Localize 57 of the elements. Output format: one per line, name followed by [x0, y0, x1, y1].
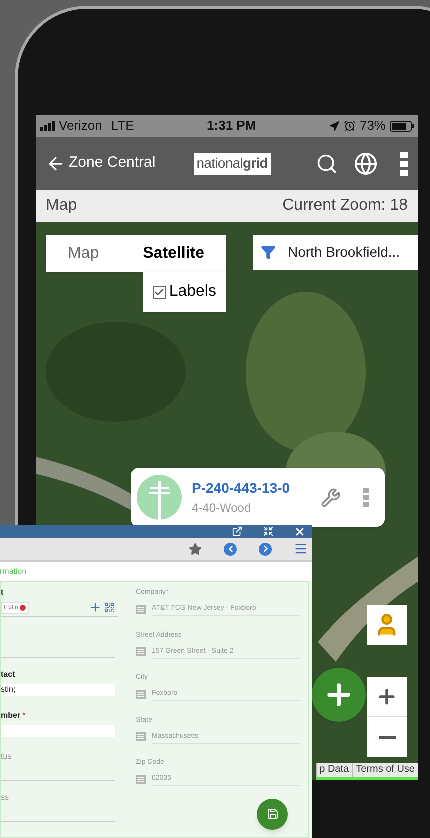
- previous-button[interactable]: [224, 542, 237, 556]
- add-fab[interactable]: [312, 668, 366, 722]
- field-label: tact: [1, 669, 16, 681]
- menu-icon[interactable]: [294, 542, 308, 556]
- logo-text: nationalgrid: [196, 154, 268, 173]
- clock-text: 1:31 PM: [207, 117, 256, 136]
- search-icon[interactable]: [316, 152, 338, 174]
- asset-id: P-240-443-13-0: [192, 479, 292, 498]
- carrier-text: Verizon: [59, 117, 102, 136]
- labels-checkbox[interactable]: [153, 286, 166, 298]
- subheader-title: Map: [46, 196, 78, 216]
- document-icon: [136, 732, 146, 742]
- field-label: tus: [1, 751, 12, 763]
- close-icon[interactable]: [294, 526, 306, 538]
- battery-icon: [390, 120, 414, 132]
- alarm-icon: [344, 120, 356, 132]
- labels-text: Labels: [169, 282, 216, 302]
- asset-type: 4-40-Wood: [192, 500, 252, 517]
- street-view-button[interactable]: [367, 605, 407, 645]
- zoom-level-text: Current Zoom: 18: [282, 196, 408, 216]
- document-icon: [136, 690, 146, 700]
- document-icon: [136, 647, 146, 657]
- minus-icon: [378, 736, 396, 738]
- asset-card[interactable]: P-240-443-13-0 4-40-Wood: [131, 468, 385, 527]
- save-fab[interactable]: [257, 798, 288, 830]
- network-text: LTE: [111, 117, 134, 136]
- check-icon: [154, 286, 166, 298]
- save-icon: [266, 808, 278, 820]
- wrench-icon[interactable]: [321, 488, 341, 508]
- field-label: t: [1, 587, 4, 599]
- field-label: mber: [1, 710, 21, 722]
- external-link-icon[interactable]: [232, 526, 243, 537]
- signal-icon: [40, 121, 56, 131]
- add-icon[interactable]: [89, 601, 102, 614]
- back-button[interactable]: Zone Central: [46, 152, 156, 175]
- globe-icon[interactable]: [354, 152, 378, 176]
- location-arrow-icon: [328, 120, 340, 132]
- next-button[interactable]: [259, 542, 272, 556]
- text-input[interactable]: [1, 725, 115, 737]
- battery-percent: 73%: [360, 117, 386, 136]
- text-input[interactable]: stin;: [1, 684, 115, 696]
- utility-pole-icon: [137, 475, 182, 520]
- remove-icon[interactable]: [20, 604, 26, 610]
- more-options-icon[interactable]: [400, 152, 408, 176]
- star-icon[interactable]: [189, 542, 202, 556]
- document-icon: [136, 604, 146, 614]
- collapse-icon[interactable]: [263, 526, 274, 537]
- document-icon: [136, 774, 146, 784]
- attribution-link[interactable]: p Data: [316, 763, 352, 777]
- field-label: ss: [1, 792, 9, 804]
- filter-field[interactable]: North Brookfield...: [253, 235, 418, 270]
- filter-icon: [261, 245, 276, 260]
- map-type-tab[interactable]: Map: [46, 235, 122, 272]
- required-mark: *: [22, 710, 26, 722]
- attribution-link[interactable]: Terms of Use: [352, 763, 418, 777]
- qr-code-icon[interactable]: [104, 602, 115, 613]
- map-type-tab[interactable]: Satellite: [121, 235, 226, 272]
